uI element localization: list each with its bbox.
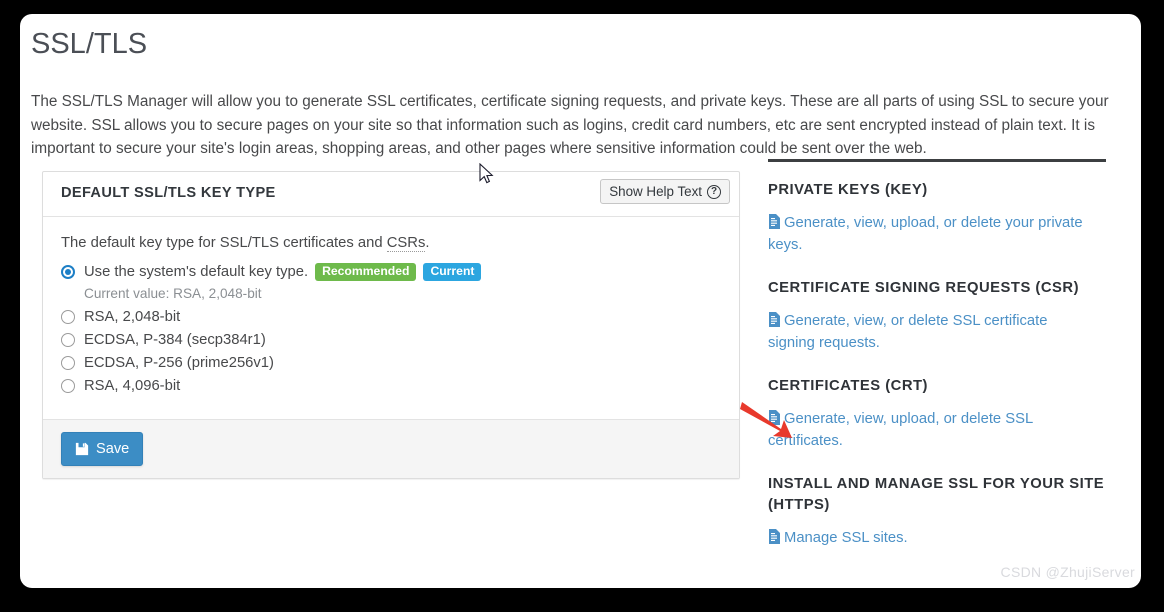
- radio-indicator-ecdsa-p384[interactable]: [61, 332, 75, 347]
- document-icon: [769, 410, 780, 425]
- radio-indicator-rsa-2048[interactable]: [61, 309, 75, 324]
- radio-label-rsa-2048: RSA, 2,048-bit: [84, 308, 181, 325]
- panel-body: The default key type for SSL/TLS certifi…: [43, 217, 739, 419]
- panel-footer: Save: [43, 419, 739, 478]
- sidebar-group-private-keys: PRIVATE KEYS (KEY) Generate, view, uploa…: [768, 180, 1116, 256]
- sidebar-link-manage-ssl-sites-label: Manage SSL sites.: [784, 530, 908, 546]
- sidebar-heading-csr: CERTIFICATE SIGNING REQUESTS (CSR): [768, 280, 1080, 296]
- sidebar-link-certificates-label: Generate, view, upload, or delete SSL ce…: [768, 411, 1033, 449]
- radio-label-ecdsa-p384: ECDSA, P-384 (secp384r1): [84, 331, 266, 348]
- page-card: SSL/TLS The SSL/TLS Manager will allow y…: [20, 14, 1141, 588]
- save-button[interactable]: Save: [61, 432, 144, 466]
- radio-label-ecdsa-p256: ECDSA, P-256 (prime256v1): [84, 354, 274, 371]
- sidebar: PRIVATE KEYS (KEY) Generate, view, uploa…: [768, 159, 1116, 572]
- sidebar-heading-certificates: CERTIFICATES (CRT): [768, 378, 928, 394]
- badge-current: Current: [423, 262, 482, 282]
- sidebar-link-manage-ssl-sites[interactable]: Manage SSL sites.: [768, 528, 1090, 550]
- panel-header: DEFAULT SSL/TLS KEY TYPE Show Help Text …: [43, 172, 739, 217]
- page-title: SSL/TLS: [31, 28, 148, 60]
- sidebar-link-private-keys[interactable]: Generate, view, upload, or delete your p…: [768, 213, 1090, 256]
- badge-recommended: Recommended: [315, 262, 417, 282]
- radio-option-rsa-2048[interactable]: RSA, 2,048-bit: [61, 305, 721, 328]
- radio-option-ecdsa-p384[interactable]: ECDSA, P-384 (secp384r1): [61, 328, 721, 351]
- show-help-text-label: Show Help Text: [609, 183, 702, 199]
- radio-option-ecdsa-p256[interactable]: ECDSA, P-256 (prime256v1): [61, 351, 721, 374]
- key-type-description-prefix: The default key type for SSL/TLS certifi…: [61, 235, 387, 251]
- document-icon: [769, 529, 780, 544]
- radio-option-system-default[interactable]: Use the system's default key type. Recom…: [61, 260, 721, 284]
- sidebar-group-certificates: CERTIFICATES (CRT) Generate, view, uploa…: [768, 376, 1116, 452]
- save-floppy-icon: [75, 442, 89, 456]
- radio-label-system-default: Use the system's default key type.: [84, 264, 309, 280]
- sidebar-group-csr: CERTIFICATE SIGNING REQUESTS (CSR) Gener…: [768, 278, 1116, 354]
- question-circle-icon: ?: [707, 184, 721, 199]
- sidebar-link-csr[interactable]: Generate, view, or delete SSL certificat…: [768, 311, 1090, 354]
- sidebar-group-install-manage: INSTALL AND MANAGE SSL FOR YOUR SITE (HT…: [768, 474, 1116, 550]
- sidebar-heading-private-keys: PRIVATE KEYS (KEY): [768, 182, 928, 198]
- document-icon: [769, 312, 780, 327]
- sidebar-heading-install-manage: INSTALL AND MANAGE SSL FOR YOUR SITE (HT…: [768, 476, 1105, 513]
- default-key-type-panel: DEFAULT SSL/TLS KEY TYPE Show Help Text …: [42, 171, 740, 479]
- sidebar-link-certificates[interactable]: Generate, view, upload, or delete SSL ce…: [768, 409, 1090, 452]
- csr-abbr: CSRs: [386, 235, 426, 252]
- screen-root: SSL/TLS The SSL/TLS Manager will allow y…: [0, 0, 1164, 612]
- radio-label-rsa-4096: RSA, 4,096-bit: [84, 377, 181, 394]
- document-icon: [769, 214, 780, 229]
- save-button-label: Save: [96, 441, 130, 457]
- radio-indicator-ecdsa-p256[interactable]: [61, 355, 75, 370]
- intro-paragraph: The SSL/TLS Manager will allow you to ge…: [31, 93, 1109, 157]
- sidebar-link-csr-label: Generate, view, or delete SSL certificat…: [768, 313, 1048, 351]
- radio-indicator-rsa-4096[interactable]: [61, 378, 75, 393]
- radio-indicator-system-default[interactable]: [61, 265, 75, 279]
- show-help-text-button[interactable]: Show Help Text ?: [600, 179, 730, 204]
- sidebar-divider: [768, 159, 1106, 162]
- key-type-description: The default key type for SSL/TLS certifi…: [61, 235, 721, 252]
- sidebar-link-private-keys-label: Generate, view, upload, or delete your p…: [768, 215, 1083, 253]
- radio-option-rsa-4096[interactable]: RSA, 4,096-bit: [61, 374, 721, 397]
- key-type-description-suffix: .: [425, 235, 430, 251]
- watermark: CSDN @ZhujiServer: [1000, 564, 1135, 580]
- current-value-text: Current value: RSA, 2,048-bit: [84, 286, 262, 301]
- panel-title: DEFAULT SSL/TLS KEY TYPE: [61, 185, 276, 201]
